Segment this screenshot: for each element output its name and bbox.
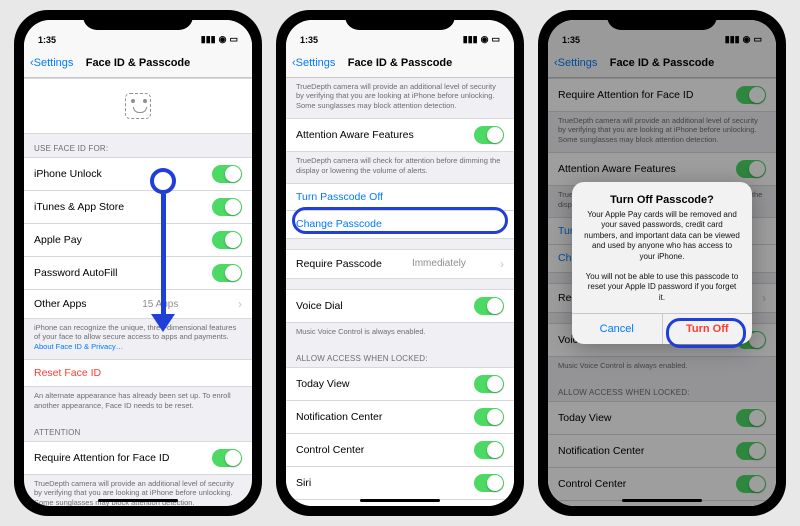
battery-icon: ▭: [229, 34, 238, 45]
alert-title: Turn Off Passcode?: [572, 182, 752, 210]
toggle[interactable]: [474, 408, 504, 426]
phone-frame-3: 1:35 ▮▮▮ ◉ ▭ ‹ Settings Face ID & Passco…: [538, 10, 786, 516]
status-time: 1:35: [38, 35, 56, 45]
label: Reset Face ID: [34, 367, 101, 379]
signal-icon: ▮▮▮: [463, 34, 478, 45]
home-indicator[interactable]: [98, 499, 178, 502]
toggle[interactable]: [474, 474, 504, 492]
label: Other Apps: [34, 298, 87, 310]
signal-icon: ▮▮▮: [201, 34, 216, 45]
footer-truedepth: TrueDepth camera will provide an additio…: [286, 78, 514, 118]
wifi-icon: ◉: [219, 34, 227, 45]
status-icons: ▮▮▮ ◉ ▭: [463, 34, 500, 45]
status-time: 1:35: [300, 35, 318, 45]
row-require-attention[interactable]: Require Attention for Face ID: [24, 441, 252, 475]
allow-header: ALLOW ACCESS WHEN LOCKED:: [286, 344, 514, 367]
phone-frame-2: 1:35 ▮▮▮ ◉ ▭ ‹ Settings Face ID & Passco…: [276, 10, 524, 516]
label: Require Attention for Face ID: [34, 452, 169, 464]
toggle[interactable]: [212, 264, 242, 282]
label: iPhone Unlock: [34, 168, 102, 180]
row-itunes[interactable]: iTunes & App Store: [24, 191, 252, 224]
nav-bar: ‹ Settings Face ID & Passcode: [24, 48, 252, 78]
row-siri[interactable]: Siri: [286, 467, 514, 500]
screen-2: 1:35 ▮▮▮ ◉ ▭ ‹ Settings Face ID & Passco…: [286, 20, 514, 506]
row-password-autofill[interactable]: Password AutoFill: [24, 257, 252, 290]
footer-aaf: TrueDepth camera will check for attentio…: [286, 152, 514, 183]
alert-message-2: You will not be able to use this passcod…: [572, 272, 752, 313]
label: Apple Pay: [34, 234, 82, 246]
row-apple-pay[interactable]: Apple Pay: [24, 224, 252, 257]
alert-turn-off-button[interactable]: Turn Off: [662, 314, 753, 344]
label: Siri: [296, 477, 311, 489]
battery-icon: ▭: [491, 34, 500, 45]
notch: [83, 10, 193, 30]
faceid-icon: [125, 93, 151, 119]
footer-voice: Music Voice Control is always enabled.: [286, 323, 514, 344]
home-indicator[interactable]: [622, 499, 702, 502]
label: Change Passcode: [296, 218, 382, 230]
row-today-view[interactable]: Today View: [286, 367, 514, 401]
notch: [607, 10, 717, 30]
screen-3: 1:35 ▮▮▮ ◉ ▭ ‹ Settings Face ID & Passco…: [548, 20, 776, 506]
alert-buttons: Cancel Turn Off: [572, 313, 752, 344]
about-link[interactable]: About Face ID & Privacy…: [34, 342, 123, 351]
row-other-apps[interactable]: Other Apps 15 Apps: [24, 290, 252, 319]
row-notification-center[interactable]: Notification Center: [286, 401, 514, 434]
value: 15 Apps: [142, 299, 178, 310]
footer-alternate: An alternate appearance has already been…: [24, 387, 252, 418]
row-turn-passcode-off[interactable]: Turn Passcode Off: [286, 183, 514, 211]
row-reset-faceid[interactable]: Reset Face ID: [24, 359, 252, 387]
label: Control Center: [296, 444, 364, 456]
nav-bar: ‹ Settings Face ID & Passcode: [286, 48, 514, 78]
notch: [345, 10, 455, 30]
faceid-graphic: [24, 78, 252, 134]
row-iphone-unlock[interactable]: iPhone Unlock: [24, 157, 252, 191]
wifi-icon: ◉: [481, 34, 489, 45]
row-change-passcode[interactable]: Change Passcode: [286, 211, 514, 239]
toggle[interactable]: [474, 126, 504, 144]
footer-recognize: iPhone can recognize the unique, three-d…: [24, 319, 252, 359]
label: Voice Dial: [296, 300, 343, 312]
nav-title: Face ID & Passcode: [24, 57, 252, 69]
status-icons: ▮▮▮ ◉ ▭: [201, 34, 238, 45]
row-require-passcode[interactable]: Require Passcode Immediately: [286, 249, 514, 279]
label: Attention Aware Features: [296, 129, 414, 141]
label: Today View: [296, 378, 350, 390]
label: Turn Passcode Off: [296, 191, 383, 203]
value: Immediately: [412, 258, 466, 269]
content-2[interactable]: TrueDepth camera will provide an additio…: [286, 78, 514, 506]
row-control-center[interactable]: Control Center: [286, 434, 514, 467]
screen-1: 1:35 ▮▮▮ ◉ ▭ ‹ Settings Face ID & Passco…: [24, 20, 252, 506]
alert-cancel-button[interactable]: Cancel: [572, 314, 662, 344]
label: Notification Center: [296, 411, 382, 423]
home-indicator[interactable]: [360, 499, 440, 502]
toggle[interactable]: [212, 449, 242, 467]
use-faceid-header: USE FACE ID FOR:: [24, 134, 252, 157]
turn-off-passcode-alert: Turn Off Passcode? Your Apple Pay cards …: [572, 182, 752, 344]
toggle[interactable]: [212, 231, 242, 249]
phone-frame-1: 1:35 ▮▮▮ ◉ ▭ ‹ Settings Face ID & Passco…: [14, 10, 262, 516]
toggle[interactable]: [474, 297, 504, 315]
toggle[interactable]: [212, 165, 242, 183]
label: Require Passcode: [296, 258, 382, 270]
label: iTunes & App Store: [34, 201, 124, 213]
alert-message-1: Your Apple Pay cards will be removed and…: [572, 210, 752, 272]
nav-title: Face ID & Passcode: [286, 57, 514, 69]
row-voice-dial[interactable]: Voice Dial: [286, 289, 514, 323]
toggle[interactable]: [474, 441, 504, 459]
label: Password AutoFill: [34, 267, 117, 279]
alert-backdrop: Turn Off Passcode? Your Apple Pay cards …: [548, 20, 776, 506]
content-1[interactable]: USE FACE ID FOR: iPhone Unlock iTunes & …: [24, 78, 252, 506]
toggle[interactable]: [212, 198, 242, 216]
row-attention-aware[interactable]: Attention Aware Features: [286, 118, 514, 152]
toggle[interactable]: [474, 375, 504, 393]
attention-header: ATTENTION: [24, 418, 252, 441]
